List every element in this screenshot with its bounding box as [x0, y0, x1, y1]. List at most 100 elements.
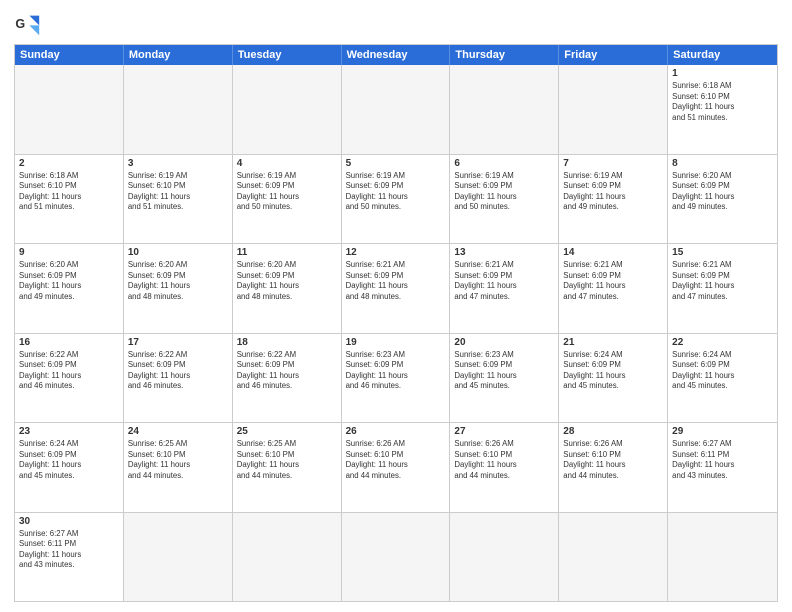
- day-number: 3: [128, 158, 228, 169]
- day-number: 1: [672, 68, 773, 79]
- day-number: 27: [454, 426, 554, 437]
- day-number: 13: [454, 247, 554, 258]
- day-number: 2: [19, 158, 119, 169]
- cell-info: Sunrise: 6:22 AMSunset: 6:09 PMDaylight:…: [128, 350, 228, 392]
- header-day-friday: Friday: [559, 45, 668, 65]
- calendar-cell: [450, 65, 559, 154]
- calendar-cell: 22Sunrise: 6:24 AMSunset: 6:09 PMDayligh…: [668, 334, 777, 423]
- day-number: 22: [672, 337, 773, 348]
- cell-info: Sunrise: 6:19 AMSunset: 6:09 PMDaylight:…: [563, 171, 663, 213]
- day-number: 25: [237, 426, 337, 437]
- calendar-cell: 5 Sunrise: 6:19 AMSunset: 6:09 PMDaylight…: [342, 155, 451, 244]
- day-number: 30: [19, 516, 119, 527]
- cell-info: Sunrise: 6:18 AMSunset: 6:10 PMDaylight:…: [19, 171, 119, 213]
- calendar-cell: 18 Sunrise: 6:22 AMSunset: 6:09 PMDayligh…: [233, 334, 342, 423]
- day-number: 19: [346, 337, 446, 348]
- calendar-cell: 2 Sunrise: 6:18 AMSunset: 6:10 PMDaylight…: [15, 155, 124, 244]
- calendar-cell: 3Sunrise: 6:19 AMSunset: 6:10 PMDaylight…: [124, 155, 233, 244]
- day-number: 28: [563, 426, 663, 437]
- cell-info: Sunrise: 6:20 AMSunset: 6:09 PMDaylight:…: [672, 171, 773, 213]
- cell-info: Sunrise: 6:20 AMSunset: 6:09 PMDaylight:…: [237, 260, 337, 302]
- cell-info: Sunrise: 6:21 AMSunset: 6:09 PMDaylight:…: [454, 260, 554, 302]
- calendar-row-5: 30 Sunrise: 6:27 AMSunset: 6:11 PMDayligh…: [15, 512, 777, 602]
- day-number: 9: [19, 247, 119, 258]
- calendar-cell: [450, 513, 559, 602]
- day-number: 12: [346, 247, 446, 258]
- cell-info: Sunrise: 6:25 AMSunset: 6:10 PMDaylight:…: [237, 439, 337, 481]
- calendar-row-4: 23 Sunrise: 6:24 AMSunset: 6:09 PMDayligh…: [15, 422, 777, 512]
- calendar-cell: [668, 513, 777, 602]
- cell-info: Sunrise: 6:20 AMSunset: 6:09 PMDaylight:…: [128, 260, 228, 302]
- header-day-monday: Monday: [124, 45, 233, 65]
- calendar-row-3: 16 Sunrise: 6:22 AMSunset: 6:09 PMDayligh…: [15, 333, 777, 423]
- day-number: 10: [128, 247, 228, 258]
- calendar-cell: 25 Sunrise: 6:25 AMSunset: 6:10 PMDayligh…: [233, 423, 342, 512]
- calendar-cell: 13 Sunrise: 6:21 AMSunset: 6:09 PMDayligh…: [450, 244, 559, 333]
- calendar-cell: [233, 513, 342, 602]
- calendar-header: SundayMondayTuesdayWednesdayThursdayFrid…: [15, 45, 777, 65]
- calendar-cell: [559, 513, 668, 602]
- calendar-cell: [342, 513, 451, 602]
- calendar-cell: 17 Sunrise: 6:22 AMSunset: 6:09 PMDayligh…: [124, 334, 233, 423]
- cell-info: Sunrise: 6:19 AMSunset: 6:09 PMDaylight:…: [237, 171, 337, 213]
- cell-info: Sunrise: 6:22 AMSunset: 6:09 PMDaylight:…: [19, 350, 119, 392]
- cell-info: Sunrise: 6:21 AMSunset: 6:09 PMDaylight:…: [672, 260, 773, 302]
- calendar-row-1: 2 Sunrise: 6:18 AMSunset: 6:10 PMDaylight…: [15, 154, 777, 244]
- calendar-cell: 11 Sunrise: 6:20 AMSunset: 6:09 PMDayligh…: [233, 244, 342, 333]
- calendar-cell: [124, 65, 233, 154]
- day-number: 20: [454, 337, 554, 348]
- calendar-cell: 8Sunrise: 6:20 AMSunset: 6:09 PMDaylight…: [668, 155, 777, 244]
- cell-info: Sunrise: 6:22 AMSunset: 6:09 PMDaylight:…: [237, 350, 337, 392]
- calendar-cell: 21Sunrise: 6:24 AMSunset: 6:09 PMDayligh…: [559, 334, 668, 423]
- calendar-cell: [559, 65, 668, 154]
- cell-info: Sunrise: 6:19 AMSunset: 6:09 PMDaylight:…: [454, 171, 554, 213]
- day-number: 16: [19, 337, 119, 348]
- calendar-cell: 24Sunrise: 6:25 AMSunset: 6:10 PMDayligh…: [124, 423, 233, 512]
- calendar-cell: 10 Sunrise: 6:20 AMSunset: 6:09 PMDayligh…: [124, 244, 233, 333]
- calendar-cell: [124, 513, 233, 602]
- calendar-cell: 4Sunrise: 6:19 AMSunset: 6:09 PMDaylight…: [233, 155, 342, 244]
- calendar-row-0: 1 Sunrise: 6:18 AMSunset: 6:10 PMDaylight…: [15, 65, 777, 154]
- calendar-cell: 9 Sunrise: 6:20 AMSunset: 6:09 PMDaylight…: [15, 244, 124, 333]
- calendar-cell: 29Sunrise: 6:27 AMSunset: 6:11 PMDayligh…: [668, 423, 777, 512]
- cell-info: Sunrise: 6:19 AMSunset: 6:09 PMDaylight:…: [346, 171, 446, 213]
- cell-info: Sunrise: 6:21 AMSunset: 6:09 PMDaylight:…: [346, 260, 446, 302]
- calendar-cell: [15, 65, 124, 154]
- cell-info: Sunrise: 6:27 AMSunset: 6:11 PMDaylight:…: [672, 439, 773, 481]
- calendar-cell: 26Sunrise: 6:26 AMSunset: 6:10 PMDayligh…: [342, 423, 451, 512]
- header-day-tuesday: Tuesday: [233, 45, 342, 65]
- calendar-cell: 30 Sunrise: 6:27 AMSunset: 6:11 PMDayligh…: [15, 513, 124, 602]
- day-number: 14: [563, 247, 663, 258]
- logo-icon: G: [14, 10, 42, 38]
- calendar-cell: 12 Sunrise: 6:21 AMSunset: 6:09 PMDayligh…: [342, 244, 451, 333]
- logo: G: [14, 10, 46, 38]
- calendar-cell: 15 Sunrise: 6:21 AMSunset: 6:09 PMDayligh…: [668, 244, 777, 333]
- header: G: [14, 10, 778, 38]
- day-number: 17: [128, 337, 228, 348]
- calendar-cell: 27 Sunrise: 6:26 AMSunset: 6:10 PMDayligh…: [450, 423, 559, 512]
- cell-info: Sunrise: 6:23 AMSunset: 6:09 PMDaylight:…: [346, 350, 446, 392]
- day-number: 18: [237, 337, 337, 348]
- cell-info: Sunrise: 6:20 AMSunset: 6:09 PMDaylight:…: [19, 260, 119, 302]
- calendar-cell: [342, 65, 451, 154]
- cell-info: Sunrise: 6:27 AMSunset: 6:11 PMDaylight:…: [19, 529, 119, 571]
- cell-info: Sunrise: 6:18 AMSunset: 6:10 PMDaylight:…: [672, 81, 773, 123]
- svg-text:G: G: [15, 17, 25, 31]
- cell-info: Sunrise: 6:26 AMSunset: 6:10 PMDaylight:…: [454, 439, 554, 481]
- calendar-cell: 16 Sunrise: 6:22 AMSunset: 6:09 PMDayligh…: [15, 334, 124, 423]
- calendar-cell: 7 Sunrise: 6:19 AMSunset: 6:09 PMDaylight…: [559, 155, 668, 244]
- day-number: 26: [346, 426, 446, 437]
- cell-info: Sunrise: 6:21 AMSunset: 6:09 PMDaylight:…: [563, 260, 663, 302]
- cell-info: Sunrise: 6:26 AMSunset: 6:10 PMDaylight:…: [563, 439, 663, 481]
- calendar-cell: 23 Sunrise: 6:24 AMSunset: 6:09 PMDayligh…: [15, 423, 124, 512]
- calendar-body: 1 Sunrise: 6:18 AMSunset: 6:10 PMDaylight…: [15, 65, 777, 601]
- day-number: 15: [672, 247, 773, 258]
- cell-info: Sunrise: 6:23 AMSunset: 6:09 PMDaylight:…: [454, 350, 554, 392]
- day-number: 23: [19, 426, 119, 437]
- day-number: 6: [454, 158, 554, 169]
- day-number: 7: [563, 158, 663, 169]
- day-number: 11: [237, 247, 337, 258]
- cell-info: Sunrise: 6:25 AMSunset: 6:10 PMDaylight:…: [128, 439, 228, 481]
- day-number: 5: [346, 158, 446, 169]
- cell-info: Sunrise: 6:24 AMSunset: 6:09 PMDaylight:…: [19, 439, 119, 481]
